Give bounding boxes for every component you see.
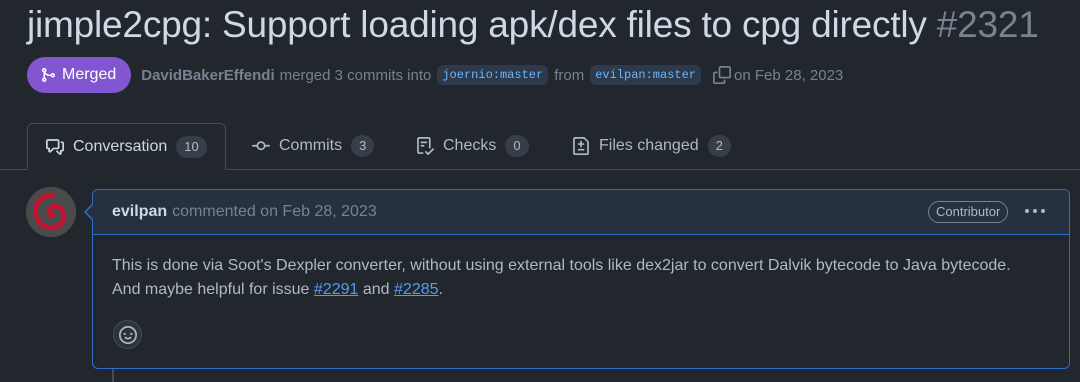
tab-counter: 2 [707, 135, 731, 157]
smiley-icon [118, 325, 137, 344]
timeline-line [112, 369, 114, 382]
merge-date: on Feb 28, 2023 [734, 66, 844, 84]
base-branch[interactable]: joernio:master [437, 65, 549, 85]
pr-number: #2321 [936, 4, 1039, 45]
comment-discussion-icon [46, 138, 64, 156]
tab-counter: 0 [505, 135, 529, 157]
tab-label: Commits [279, 137, 343, 154]
merged-state-badge: Merged [27, 57, 132, 93]
suffix-text: . [438, 281, 443, 298]
file-diff-icon [572, 137, 590, 155]
comment-line-1: This is done via Soot's Dexpler converte… [112, 257, 1011, 274]
tab-checks[interactable]: Checks 0 [416, 123, 529, 169]
git-merge-icon [42, 68, 56, 82]
git-commit-icon [252, 137, 270, 155]
avatar[interactable] [26, 187, 76, 237]
head-branch[interactable]: evilpan:master [590, 65, 702, 85]
tab-label: Conversation [73, 137, 168, 155]
copy-icon[interactable] [713, 66, 732, 84]
comment-body: This is done via Soot's Dexpler converte… [93, 235, 1069, 302]
comment-line-2: And maybe helpful for issue #2291 and #2… [112, 278, 1050, 302]
pr-meta: Merged DavidBakerEffendi merged 3 commit… [27, 57, 843, 93]
checklist-icon [416, 137, 434, 155]
tab-label: Checks [443, 137, 497, 154]
issue-link-2285[interactable]: #2285 [394, 281, 439, 298]
comment-text: And maybe helpful for issue [112, 281, 310, 298]
tab-conversation[interactable]: Conversation 10 [27, 123, 226, 170]
conj-text: and [362, 281, 390, 298]
tab-counter: 3 [351, 135, 375, 157]
comment-timestamp[interactable]: commented on Feb 28, 2023 [172, 203, 377, 221]
from-text: from [554, 66, 585, 84]
tab-label: Files changed [599, 137, 699, 154]
contributor-badge: Contributor [928, 201, 1009, 223]
tab-commits[interactable]: Commits 3 [252, 123, 375, 169]
pr-tabs: Conversation 10 Commits 3 Checks 0 Files… [0, 123, 1080, 170]
pr-title: jimple2cpg: Support loading apk/dex file… [27, 4, 1039, 46]
comment: evilpan commented on Feb 28, 2023 Contri… [84, 189, 1070, 369]
kebab-horizontal-icon[interactable] [1025, 209, 1045, 213]
debian-swirl-icon [26, 187, 76, 237]
comment-header: evilpan commented on Feb 28, 2023 Contri… [93, 190, 1069, 235]
issue-link-2291[interactable]: #2291 [314, 281, 359, 298]
tab-counter: 10 [176, 135, 207, 158]
merge-text: merged 3 commits into [279, 66, 432, 84]
pr-title-text: jimple2cpg: Support loading apk/dex file… [27, 4, 927, 45]
merger-link[interactable]: DavidBakerEffendi [141, 67, 274, 84]
state-label: Merged [62, 66, 117, 83]
comment-author[interactable]: evilpan [112, 203, 167, 221]
tab-files-changed[interactable]: Files changed 2 [572, 123, 731, 169]
add-reaction-button[interactable] [113, 320, 142, 349]
